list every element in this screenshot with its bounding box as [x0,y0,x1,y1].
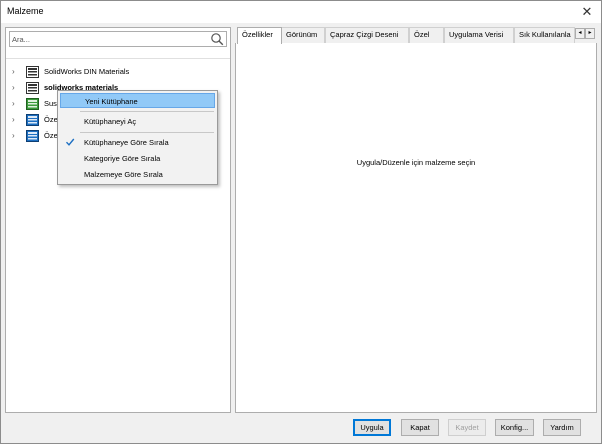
menu-item-sort-by-library[interactable]: Kütüphaneye Göre Sırala [60,135,215,150]
menu-item-label: Malzemeye Göre Sırala [84,170,163,179]
expand-arrow-icon[interactable]: › [12,115,20,125]
tab-application-data[interactable]: Uygulama Verisi [444,27,514,43]
tab-favorites[interactable]: Sık Kullanılanla [514,27,575,43]
context-menu: Yeni Kütüphane Kütüphaneyi Aç Kütüphaney… [57,90,218,185]
tree-item-label: Sus [44,99,57,108]
library-icon [26,82,39,94]
search-box [9,31,227,47]
library-icon [26,66,39,78]
tab-custom[interactable]: Özel [409,27,444,43]
save-button[interactable]: Kaydet [448,419,486,436]
tab-scroll-right-icon[interactable]: ▸ [585,28,595,39]
library-blue-icon [26,114,39,126]
close-icon[interactable]: ✕ [577,2,597,22]
tab-crosshatch[interactable]: Çapraz Çizgi Deseni [325,27,409,43]
tab-properties[interactable]: Özellikler [237,27,282,44]
tab-appearance[interactable]: Görünüm [281,27,325,43]
search-input[interactable] [12,33,208,45]
expand-arrow-icon[interactable]: › [12,67,20,77]
close-button[interactable]: Kapat [401,419,439,436]
checkmark-icon [65,138,75,146]
library-green-icon [26,98,39,110]
search-icon[interactable] [210,32,224,46]
window-title: Malzeme [7,6,44,16]
apply-button[interactable]: Uygula [353,419,391,436]
tree-item-label: Öze [44,115,58,124]
menu-item-label: Yeni Kütüphane [85,97,138,106]
menu-separator [80,111,214,112]
expand-arrow-icon[interactable]: › [12,99,20,109]
tree-divider [6,58,230,59]
menu-item-label: Kategoriye Göre Sırala [84,154,161,163]
menu-item-label: Kütüphaneye Göre Sırala [84,138,169,147]
tree-item-din-materials[interactable]: › SolidWorks DIN Materials [12,65,222,79]
tab-strip: Özellikler Görünüm Çapraz Çizgi Deseni Ö… [235,27,597,44]
select-material-prompt: Uygula/Düzenle için malzeme seçin [356,158,476,167]
help-button[interactable]: Yardım [543,419,581,436]
expand-arrow-icon[interactable]: › [12,83,20,93]
menu-item-sort-by-category[interactable]: Kategoriye Göre Sırala [60,151,215,166]
expand-arrow-icon[interactable]: › [12,131,20,141]
menu-separator [80,132,214,133]
tab-scroll-left-icon[interactable]: ◂ [575,28,585,39]
library-blue-icon [26,130,39,142]
properties-panel [235,27,597,413]
title-bar: Malzeme ✕ [1,1,601,23]
menu-item-sort-by-material[interactable]: Malzemeye Göre Sırala [60,167,215,182]
tree-item-label: Öze [44,131,58,140]
config-button[interactable]: Konfig... [495,419,534,436]
tree-item-label: SolidWorks DIN Materials [44,67,130,76]
material-tree-panel: › SolidWorks DIN Materials › solidworks … [5,27,231,413]
menu-item-label: Kütüphaneyi Aç [84,117,137,126]
menu-item-new-library[interactable]: Yeni Kütüphane [60,93,215,108]
menu-item-open-library[interactable]: Kütüphaneyi Aç [60,114,215,129]
